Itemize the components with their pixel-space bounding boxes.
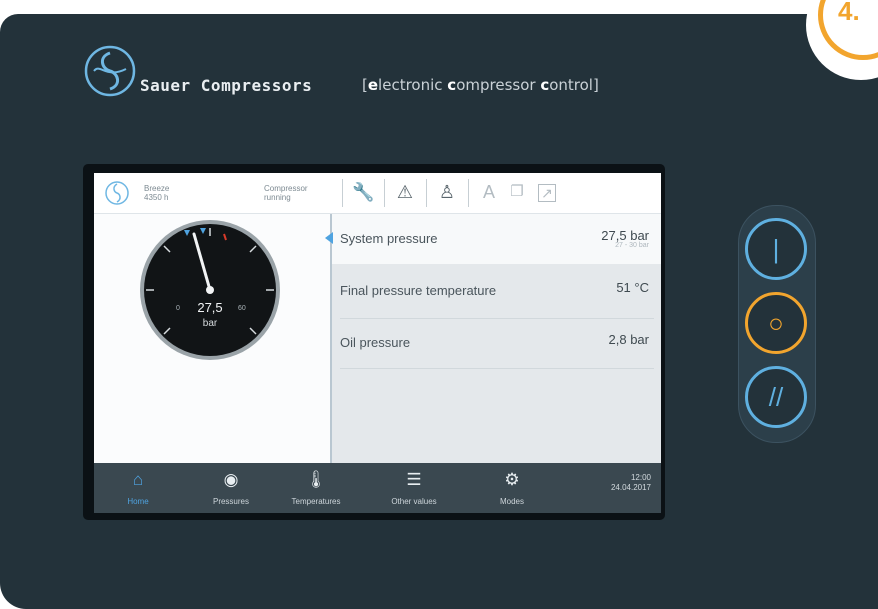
compass-icon: ◉ [223, 470, 239, 489]
divider [342, 179, 343, 207]
gauge-min-label: 0 [176, 305, 180, 312]
list-icon: ☰ [406, 470, 422, 489]
clock-date: 24.04.2017 [610, 483, 651, 492]
nav-pressures[interactable]: ◉ Pressures [198, 463, 264, 513]
power-off-icon: // [768, 382, 784, 412]
font-icon[interactable]: A [478, 181, 500, 203]
nav-temperatures[interactable]: 🌡 Temperatures [278, 463, 354, 513]
home-icon: ⌂ [132, 470, 144, 489]
status-line-2: running [264, 193, 291, 202]
reading-row-final-pressure-temperature[interactable]: Final pressure temperature 51 °C [332, 266, 661, 316]
nav-label: Temperatures [291, 497, 341, 506]
reading-value: 51 °C [616, 280, 649, 295]
user-icon[interactable]: ♙ [436, 181, 458, 203]
nav-other-values[interactable]: ☰ Other values [378, 463, 450, 513]
compressor-status: Compressor running [264, 184, 308, 202]
reading-label: System pressure [340, 231, 438, 246]
step-number: 4. [838, 0, 860, 26]
nav-label: Modes [499, 497, 524, 506]
copy-icon[interactable]: ❐ [506, 181, 528, 203]
selected-indicator-icon [325, 232, 333, 244]
warning-icon[interactable]: ⚠ [394, 181, 416, 203]
reading-value: 2,8 bar [608, 332, 649, 347]
mode-name: Breeze [144, 184, 170, 193]
row-divider [340, 368, 654, 369]
standby-button[interactable]: ○ [745, 292, 807, 354]
pressure-gauge: 0 60 27,5 bar [140, 220, 280, 360]
nav-label: Pressures [212, 497, 249, 506]
divider [426, 179, 427, 207]
gear-icon: ⚙ [504, 470, 520, 489]
clock: 12:00 24.04.2017 [611, 473, 651, 493]
divider [384, 179, 385, 207]
power-on-button[interactable]: | [745, 218, 807, 280]
reading-range: 27 - 30 bar [615, 242, 649, 249]
wrench-icon[interactable]: 🔧 [352, 181, 374, 203]
mode-info: Breeze 4350 h [144, 184, 169, 202]
touch-screen: Breeze 4350 h Compressor running 🔧 ⚠ ♙ A… [94, 173, 661, 513]
reading-row-system-pressure[interactable]: System pressure 27,5 bar 27 - 30 bar [325, 214, 661, 264]
reading-value: 27,5 bar [601, 228, 649, 243]
status-bar: Breeze 4350 h Compressor running 🔧 ⚠ ♙ A… [94, 173, 661, 214]
expand-icon[interactable]: ↗ [538, 184, 556, 202]
reading-row-oil-pressure[interactable]: Oil pressure 2,8 bar [332, 318, 661, 368]
brand-name: Sauer Compressors [140, 76, 313, 95]
status-line-1: Compressor [264, 184, 308, 193]
readings-list: System pressure 27,5 bar 27 - 30 bar Fin… [325, 214, 661, 463]
operating-hours: 4350 h [144, 193, 169, 202]
nav-home[interactable]: ⌂ Home [108, 463, 168, 513]
nav-label: Home [127, 497, 149, 506]
thermometer-icon: 🌡 [305, 470, 327, 489]
power-off-button[interactable]: // [745, 366, 807, 428]
hardware-button-strip: | ○ // [738, 205, 816, 443]
bottom-nav: ⌂ Home ◉ Pressures 🌡 Temperatures ☰ Othe… [94, 463, 661, 513]
brand-tagline: [electronic compressor control] [362, 76, 599, 94]
power-on-icon: | [772, 234, 780, 264]
gauge-panel: 0 60 27,5 bar [94, 214, 332, 463]
standby-icon: ○ [768, 308, 784, 338]
gauge-value: 27,5 [197, 300, 222, 315]
gauge-unit: bar [203, 318, 218, 329]
reading-label: Oil pressure [340, 335, 411, 350]
nav-label: Other values [391, 497, 437, 506]
fan-icon [105, 181, 129, 205]
divider [468, 179, 469, 207]
clock-time: 12:00 [630, 473, 651, 482]
nav-modes[interactable]: ⚙ Modes [484, 463, 540, 513]
reading-label: Final pressure temperature [340, 283, 497, 298]
gauge-max-label: 60 [238, 305, 246, 312]
sauer-logo-icon [84, 45, 136, 97]
